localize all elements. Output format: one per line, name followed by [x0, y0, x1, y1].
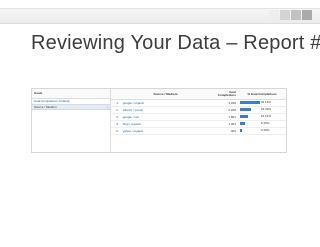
goal-completions-header[interactable]: Goal Completions	[210, 89, 238, 100]
goal-completions-value: 3,048	[210, 99, 238, 107]
pct-bar-track	[239, 101, 260, 105]
slide: Reviewing Your Data – Report #5 Goals Go…	[0, 0, 320, 247]
source-medium-link[interactable]: google / cpc	[123, 115, 139, 119]
decorative-square	[269, 10, 279, 20]
dimension-item-label: Goal Completions (Linked)	[34, 99, 70, 103]
dimension-item-label: Source / Medium	[34, 105, 57, 109]
table-row: 2. (direct) / (none) 2,228 19.49%	[111, 106, 286, 114]
slide-title: Reviewing Your Data – Report #5	[31, 32, 320, 54]
decorative-squares	[269, 10, 312, 20]
row-rank: 2.	[111, 106, 121, 114]
row-rank: 1.	[111, 99, 121, 107]
pct-bar-track	[239, 115, 260, 119]
decorative-square	[302, 10, 312, 20]
row-rank: 3.	[111, 113, 121, 121]
goal-completions-value: 2,228	[210, 106, 238, 114]
pct-bar	[239, 129, 242, 133]
pct-value: 19.49%	[260, 107, 272, 112]
pct-value: 36.16%	[260, 100, 272, 105]
row-rank: 5.	[111, 127, 121, 135]
decorative-header-bar	[0, 8, 320, 24]
goal-completions-pct-header[interactable]: % Goal Completions	[237, 89, 286, 100]
table-row: 5. yahoo / organic 403 3.49%	[111, 127, 286, 135]
source-medium-header[interactable]: Source / Medium	[120, 89, 211, 100]
pct-value: 15.51%	[260, 114, 272, 119]
dimension-pane: Goals Goal Completions (Linked) Source /…	[32, 89, 111, 152]
source-medium-link[interactable]: google / organic	[123, 101, 144, 105]
source-medium-link[interactable]: (direct) / (none)	[123, 108, 144, 112]
decorative-square	[291, 10, 301, 20]
row-rank: 4.	[111, 120, 121, 128]
pct-bar	[239, 101, 260, 105]
pct-bar	[239, 108, 251, 112]
goal-completions-value: 1,064	[210, 120, 238, 128]
pct-bar-track	[239, 122, 260, 126]
pct-value: 9.15%	[260, 121, 270, 126]
table-row: 3. google / cpc 1,801 15.51%	[111, 113, 286, 121]
rank-header	[111, 89, 121, 100]
source-medium-link[interactable]: bing / organic	[123, 122, 141, 126]
goal-completions-value: 1,801	[210, 113, 238, 121]
report-screenshot: Goals Goal Completions (Linked) Source /…	[31, 88, 287, 153]
chevron-right-icon: ›	[107, 105, 108, 109]
pct-bar	[239, 122, 245, 126]
goal-completions-value: 403	[210, 127, 238, 135]
table-header-row: Source / Medium Goal Completions % Goal …	[111, 89, 286, 100]
pct-bar-track	[239, 129, 260, 133]
source-medium-link[interactable]: yahoo / organic	[123, 129, 144, 133]
pct-value: 3.49%	[260, 128, 270, 133]
pct-bar	[239, 115, 249, 119]
decorative-square	[280, 10, 290, 20]
table-row: 1. google / organic 3,048 36.16%	[111, 99, 286, 107]
table-row: 4. bing / organic 1,064 9.15%	[111, 120, 286, 128]
dimension-item-source-medium[interactable]: Source / Medium ›	[32, 104, 110, 110]
report-table: Source / Medium Goal Completions % Goal …	[111, 89, 286, 135]
dimension-pane-header: Goals	[32, 89, 110, 99]
pct-bar-track	[239, 108, 260, 112]
